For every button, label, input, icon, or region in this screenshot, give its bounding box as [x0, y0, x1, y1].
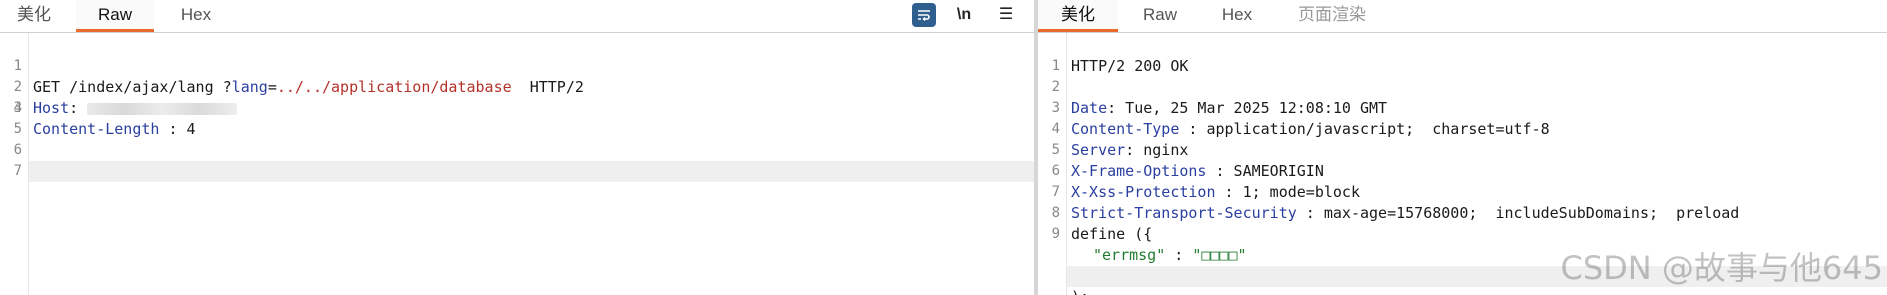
x-frame-options-header-line: 5 X-Frame-Options : SAMEORIGIN — [1051, 142, 1324, 180]
wrap-lines-icon[interactable] — [912, 3, 936, 27]
empty-line: 5 — [13, 121, 22, 137]
request-editor[interactable]: 1 GET /index/ajax/lang ?lang=../../appli… — [0, 33, 1034, 295]
content-type-header-line: 3 Content-Type : application/javascript;… — [1051, 100, 1550, 138]
empty-line: 7 — [13, 163, 22, 179]
tab-hex[interactable]: Hex — [1202, 0, 1272, 32]
newline-toggle-button[interactable]: \n — [952, 3, 976, 27]
menu-icon[interactable]: ☰ — [994, 3, 1018, 27]
status-line: 1 HTTP/2 200 OK — [1051, 57, 1189, 75]
response-tab-bar: 美化 Raw Hex 页面渲染 — [1038, 0, 1887, 33]
content-length-line: 3 Content-Length : 4 — [13, 100, 196, 138]
body-line: "errmsg" : "□□□□" — [1093, 246, 1247, 264]
tab-render[interactable]: 页面渲染 — [1282, 0, 1382, 32]
request-tab-bar: 美化 Raw Hex \n ☰ — [0, 0, 1034, 33]
tab-pretty[interactable]: 美化 — [1038, 0, 1118, 32]
empty-line: 8 — [1051, 205, 1060, 221]
server-header-line: 4 Server: nginx — [1051, 121, 1189, 159]
watermark: CSDN @故事与他645 — [1560, 249, 1884, 287]
tab-raw[interactable]: Raw — [76, 0, 154, 32]
request-line: 1 GET /index/ajax/lang ?lang=../../appli… — [13, 58, 584, 96]
host-header-line: 2 Host: — [0, 56, 1034, 117]
body-line: 9 define ({ — [1051, 225, 1153, 243]
tab-hex[interactable]: Hex — [164, 0, 228, 32]
date-header-line: 2 Date: Tue, 25 Mar 2025 12:08:10 GMT — [1051, 79, 1388, 117]
tab-raw[interactable]: Raw — [1128, 0, 1192, 32]
x-xss-protection-header-line: 6 X-Xss-Protection : 1; mode=block — [1051, 163, 1360, 201]
request-pane: 美化 Raw Hex \n ☰ 1 GET /index/ajax/lang ?… — [0, 0, 1034, 295]
empty-line: 6 — [13, 142, 22, 158]
tab-pretty[interactable]: 美化 — [2, 0, 66, 32]
empty-line: 4 — [13, 100, 22, 116]
hsts-header-line: 7 Strict-Transport-Security : max-age=15… — [1051, 184, 1740, 222]
